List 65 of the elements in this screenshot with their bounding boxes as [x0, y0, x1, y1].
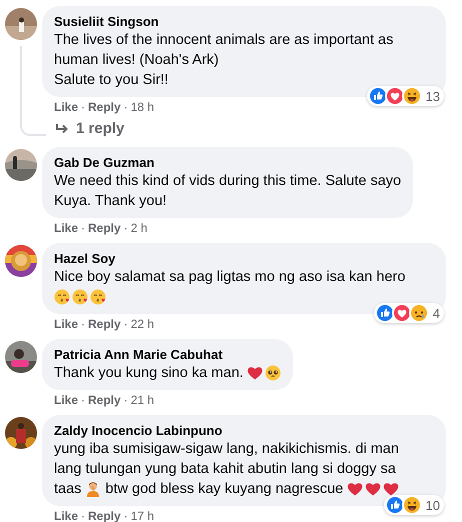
comment-text: Thank you kung sino ka man. — [54, 364, 244, 383]
separator-dot: · — [81, 392, 86, 408]
comment-text: The lives of the innocent animals are as important as — [54, 31, 394, 50]
person-icon — [85, 481, 102, 497]
kiss-face-icon — [90, 289, 106, 305]
reaction-badge[interactable]: 4 — [374, 303, 444, 323]
replies-link[interactable]: 1 reply — [55, 120, 124, 137]
reply-arrow-icon — [55, 122, 69, 134]
reply-link[interactable]: Reply — [88, 99, 121, 115]
commenter-name[interactable]: Hazel Soy — [54, 251, 434, 267]
like-link[interactable]: Like — [54, 99, 78, 115]
commenter-name[interactable]: Gab De Guzman — [54, 155, 402, 171]
comment-text: btw god bless kay kuyang nagrescue — [105, 480, 344, 499]
like-link[interactable]: Like — [54, 220, 78, 236]
heart-icon — [365, 481, 382, 497]
kiss-face-icon — [54, 289, 70, 305]
timestamp: 18 h — [130, 99, 154, 115]
timestamp: 21 h — [130, 392, 154, 408]
separator-dot: · — [124, 508, 128, 522]
timestamp: 2 h — [130, 220, 148, 236]
heart-icon — [247, 365, 264, 381]
reply-link[interactable]: Reply — [88, 220, 121, 236]
thumbs-up-icon — [374, 303, 395, 323]
comment-text: human lives! (Noah's Ark) — [54, 51, 219, 70]
separator-dot: · — [81, 508, 86, 522]
reply-link[interactable]: Reply — [88, 316, 121, 332]
separator-dot: · — [124, 392, 128, 408]
commenter-name[interactable]: Susieliit Singson — [54, 14, 434, 30]
comment-text: Kuya. Thank you! — [54, 192, 167, 211]
reaction-badge[interactable]: 10 — [384, 495, 444, 515]
heart-icon — [384, 86, 405, 106]
like-link[interactable]: Like — [54, 508, 78, 522]
reply-link[interactable]: Reply — [88, 392, 121, 408]
commenter-name[interactable]: Zaldy Inocencio Labinpuno — [54, 423, 434, 439]
laughing-face-icon — [402, 495, 422, 515]
heart-icon — [383, 481, 400, 497]
laughing-face-icon — [402, 86, 422, 106]
thumbs-up-icon — [368, 86, 388, 106]
like-link[interactable]: Like — [54, 316, 78, 332]
heart-icon — [347, 481, 364, 497]
timestamp: 17 h — [130, 508, 154, 522]
comment-text: We need this kind of vids during this time. Salute sayo — [54, 172, 402, 191]
heart-icon — [392, 303, 412, 323]
thumbs-up-icon — [384, 495, 405, 515]
separator-dot: · — [81, 99, 86, 115]
like-link[interactable]: Like — [54, 392, 78, 408]
comment-text: taas — [54, 480, 82, 499]
reaction-count: 4 — [432, 306, 440, 320]
comment-text: Salute to you Sir!! — [54, 71, 168, 90]
comment-text: yung iba sumisigaw-sigaw lang, nakikichismis. di man — [54, 440, 399, 459]
reaction-badge[interactable]: 13 — [366, 86, 444, 106]
pleading-face-icon — [265, 365, 282, 381]
separator-dot: · — [81, 316, 86, 332]
commenter-name[interactable]: Patricia Ann Marie Cabuhat — [54, 347, 282, 363]
reaction-count: 13 — [426, 88, 440, 104]
reaction-count: 10 — [426, 498, 440, 512]
separator-dot: · — [124, 316, 128, 332]
crying-face-icon — [408, 303, 429, 323]
comment-text: lang tulungan yung bata kahit abutin lang si doggy sa — [54, 460, 396, 479]
separator-dot: · — [124, 220, 128, 236]
timestamp: 22 h — [130, 316, 154, 332]
separator-dot: · — [124, 99, 128, 115]
comment-text: Nice boy salamat sa pag ligtas mo ng aso isa kan hero — [54, 268, 406, 287]
kiss-face-icon — [72, 289, 88, 305]
separator-dot: · — [81, 220, 86, 236]
